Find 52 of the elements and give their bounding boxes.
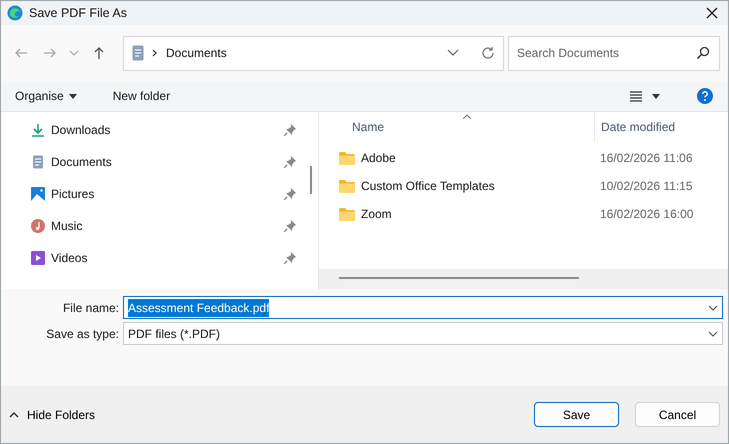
- sidebar-item[interactable]: Downloads: [1, 114, 318, 146]
- dropdown-chevron-icon[interactable]: [708, 330, 718, 336]
- refresh-icon[interactable]: [481, 46, 495, 60]
- browser-logo-icon: [7, 5, 23, 21]
- file-name[interactable]: Adobe: [361, 149, 396, 167]
- scrollbar-thumb[interactable]: [339, 277, 579, 279]
- scrollbar-thumb[interactable]: [310, 166, 312, 194]
- file-type-dropdown[interactable]: PDF files (*.PDF): [123, 322, 723, 345]
- dropdown-chevron-icon[interactable]: [447, 49, 459, 57]
- save-button[interactable]: Save: [534, 402, 619, 427]
- window-title: Save PDF File As: [29, 4, 128, 22]
- folder-icon: [339, 208, 355, 220]
- close-icon: [706, 7, 718, 19]
- sidebar-item[interactable]: Pictures: [1, 178, 318, 210]
- forward-arrow-icon: [42, 46, 57, 60]
- date-modified: 16/02/2026 11:06: [599, 150, 693, 167]
- picture-icon: [31, 187, 45, 201]
- field-label: File name:: [62, 300, 119, 316]
- breadcrumb-location[interactable]: Documents: [166, 44, 439, 62]
- sidebar-item[interactable]: Documents: [1, 146, 318, 178]
- field-label: Save as type:: [45, 326, 119, 342]
- video-icon: [31, 251, 45, 265]
- documents-icon: [132, 45, 144, 61]
- organise-menu-button[interactable]: Organise: [9, 85, 83, 107]
- help-icon: [697, 88, 713, 104]
- column-header[interactable]: Name: [319, 112, 594, 142]
- breadcrumb-chevron-icon: [152, 49, 158, 57]
- music-note-icon: [31, 219, 45, 233]
- file-name[interactable]: Custom Office Templates: [361, 177, 495, 195]
- date-modified: 16/02/2026 16:00: [599, 206, 694, 223]
- date-modified: 10/02/2026 11:15: [599, 178, 693, 195]
- cancel-button[interactable]: Cancel: [635, 402, 720, 427]
- folder-icon: [339, 180, 355, 192]
- address-bar[interactable]: Documents: [123, 36, 504, 70]
- dropdown-chevron-icon[interactable]: [708, 304, 718, 310]
- file-name[interactable]: Zoom: [361, 205, 392, 223]
- download-icon: [31, 123, 45, 137]
- hide-folders-button[interactable]: Hide Folders: [9, 406, 96, 424]
- new-folder-button[interactable]: New folder: [106, 85, 176, 107]
- caret-icon: [652, 94, 660, 98]
- sidebar-item[interactable]: Music: [1, 210, 318, 242]
- folder-icon: [339, 152, 355, 164]
- list-view-icon: [630, 90, 642, 102]
- documents-icon: [31, 155, 45, 169]
- chevron-up-icon: [9, 412, 19, 418]
- sidebar-item[interactable]: Videos: [1, 242, 318, 274]
- column-header[interactable]: Date modified: [594, 112, 676, 142]
- search-field[interactable]: Search Documents: [508, 36, 720, 70]
- file-name-field[interactable]: Assessment Feedback.pdf: [123, 296, 723, 319]
- back-arrow-icon: [14, 46, 28, 60]
- search-icon: [696, 46, 710, 60]
- caret-icon: [68, 94, 77, 98]
